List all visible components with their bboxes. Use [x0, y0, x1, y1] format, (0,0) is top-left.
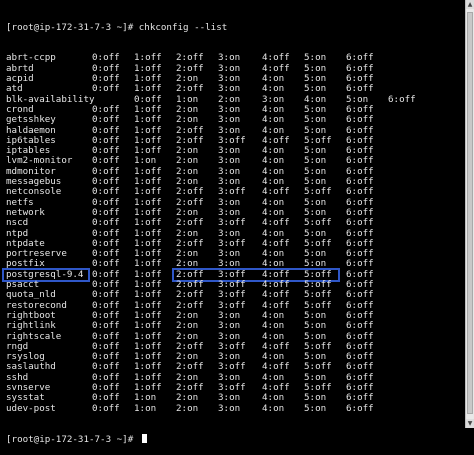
text-cursor — [141, 434, 147, 444]
runlevel-status: 0:off — [92, 83, 120, 95]
runlevel-status: 3:off — [218, 217, 246, 229]
runlevel-status: 0:off — [92, 402, 120, 414]
service-row: nscd 0:off 1:off 2:off 3:off 4:off 5:off 6:off — [6, 217, 466, 229]
vertical-scrollbar[interactable]: ▲ ▼ — [465, 0, 474, 428]
scroll-up-arrow-icon[interactable]: ▲ — [466, 0, 474, 9]
command-line: [root@ip-172-31-7-3 ~]# chkconfig --list — [6, 21, 228, 33]
service-row: rightlink 0:off 1:off 2:on 3:on 4:on 5:on 6:off — [6, 320, 466, 332]
runlevel-status: 0:off — [92, 320, 120, 332]
service-name: nscd — [6, 217, 29, 229]
runlevel-status: 4:on — [262, 320, 285, 332]
runlevel-status: 1:on — [134, 402, 157, 414]
runlevel-status: 5:off — [304, 217, 332, 229]
runlevel-status: 0:off — [92, 217, 120, 229]
runlevel-status: 2:off — [176, 217, 204, 229]
service-name: rightlink — [6, 320, 56, 332]
runlevel-status: 3:on — [218, 320, 241, 332]
runlevel-status: 3:on — [218, 402, 241, 414]
service-row: udev-post 0:off 1:on 2:on 3:on 4:on 5:on 6:off — [6, 402, 466, 414]
runlevel-status: 2:on — [176, 320, 199, 332]
runlevel-status: 5:on — [304, 402, 327, 414]
terminal-window[interactable]: [root@ip-172-31-7-3 ~]# chkconfig --list… — [0, 0, 466, 445]
scroll-down-arrow-icon[interactable]: ▼ — [466, 419, 474, 428]
scrollbar-thumb[interactable] — [467, 12, 473, 414]
prompt-line[interactable]: [root@ip-172-31-7-3 ~]# — [6, 434, 466, 446]
service-name: udev-post — [6, 402, 56, 414]
runlevel-status: 1:off — [134, 320, 162, 332]
service-list: abrt-ccpp 0:off 1:off 2:off 3:on 4:off 5:on 6:o… — [2, 53, 466, 414]
runlevel-status: 6:off — [346, 320, 374, 332]
runlevel-status: 6:off — [346, 217, 374, 229]
runlevel-status: 1:off — [134, 217, 162, 229]
runlevel-status: 5:on — [304, 320, 327, 332]
runlevel-status: 6:off — [346, 402, 374, 414]
runlevel-status: 6:off — [388, 93, 416, 105]
runlevel-status: 4:off — [262, 217, 290, 229]
runlevel-status: 2:on — [176, 402, 199, 414]
runlevel-status: 4:on — [262, 402, 285, 414]
prompt-text: [root@ip-172-31-7-3 ~]# — [6, 434, 139, 446]
